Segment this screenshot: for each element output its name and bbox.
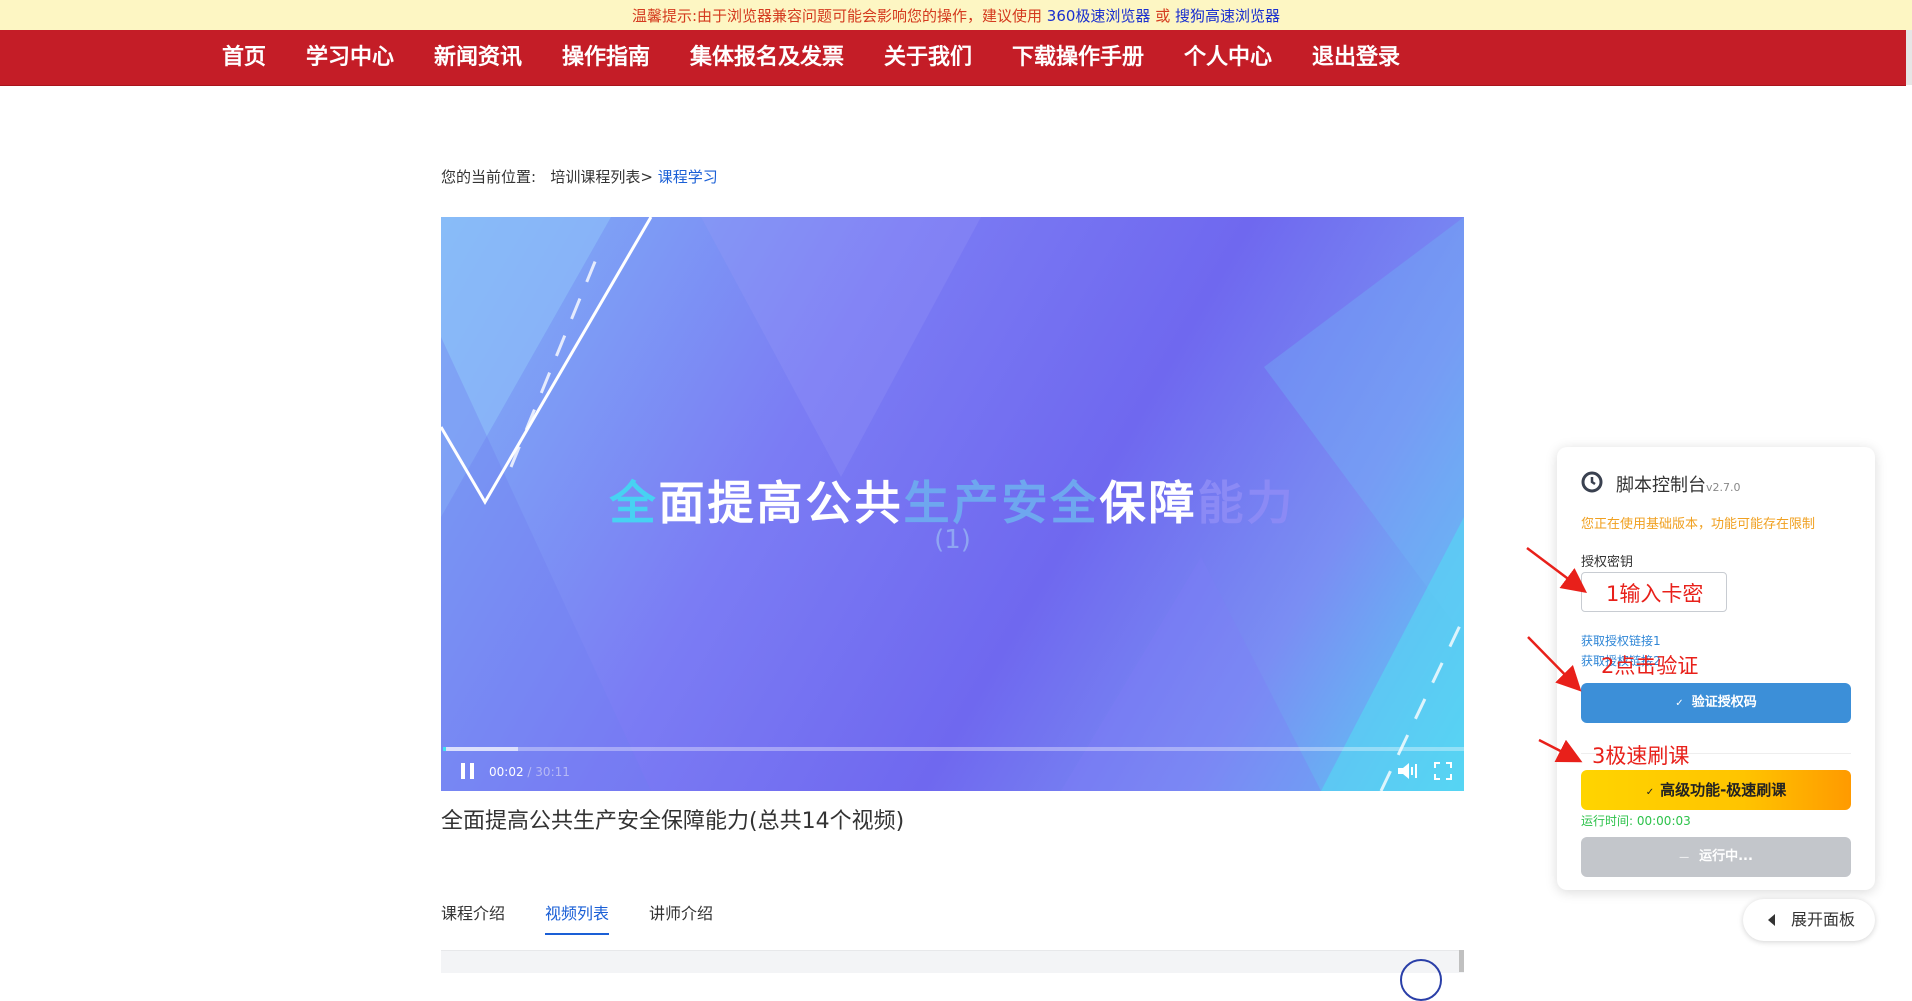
run-time: 运行时间: 00:00:03: [1581, 814, 1691, 828]
video-subtitle: (1): [934, 525, 971, 555]
breadcrumb-current[interactable]: 课程学习: [658, 168, 718, 186]
nav-home[interactable]: 首页: [222, 30, 266, 86]
page-scrollbar[interactable]: [1906, 30, 1912, 85]
video-title-part: 生产安全: [903, 476, 1100, 530]
breadcrumb: 您的当前位置: 培训课程列表> 课程学习: [441, 166, 718, 187]
notice-or: 或: [1155, 7, 1171, 25]
caret-left-icon: [1768, 914, 1775, 926]
panel-warning: 您正在使用基础版本，功能可能存在限制: [1581, 517, 1816, 532]
time-separator: /: [527, 765, 532, 779]
verify-button-label: 验证授权码: [1691, 695, 1757, 710]
panel-title: 脚本控制台v2.7.0: [1616, 471, 1741, 497]
nav-download-manual[interactable]: 下载操作手册: [1012, 30, 1144, 86]
main-nav: 首页 学习中心 新闻资讯 操作指南 集体报名及发票 关于我们 下载操作手册 个人…: [0, 30, 1906, 86]
annotation-step-3: 3极速刷课: [1592, 744, 1690, 768]
breadcrumb-prefix: 您的当前位置:: [441, 168, 537, 186]
video-title-part: 面提高公共: [658, 476, 904, 530]
panel-version: v2.7.0: [1706, 481, 1741, 494]
nav-group-registration[interactable]: 集体报名及发票: [690, 30, 844, 86]
tab-active-indicator: [545, 933, 609, 935]
video-title-part: 能力: [1197, 476, 1296, 530]
duration: 30:11: [535, 765, 570, 779]
time-display: 00:02 / 30:11: [489, 765, 570, 779]
notice-link-sogou[interactable]: 搜狗高速浏览器: [1175, 7, 1280, 25]
video-title-part: 保障: [1099, 476, 1198, 530]
panel-title-text: 脚本控制台: [1616, 475, 1706, 496]
nav-guide[interactable]: 操作指南: [562, 30, 650, 86]
video-list-scrollbar[interactable]: [1459, 950, 1464, 972]
clock-icon: [1581, 471, 1603, 493]
running-button[interactable]: — 运行中...: [1581, 837, 1851, 877]
tab-lecturer-intro[interactable]: 讲师介绍: [649, 900, 713, 924]
tab-video-list[interactable]: 视频列表: [545, 900, 609, 924]
key-label: 授权密钥: [1581, 555, 1634, 570]
nav-profile[interactable]: 个人中心: [1184, 30, 1272, 86]
notice-link-360[interactable]: 360极速浏览器: [1047, 7, 1151, 25]
check-icon: ✓: [1675, 698, 1684, 709]
nav-learning-center[interactable]: 学习中心: [306, 30, 394, 86]
fast-course-button[interactable]: ✓ 高级功能-极速刷课: [1581, 770, 1851, 810]
check-icon: ✓: [1645, 787, 1655, 798]
nav-logout[interactable]: 退出登录: [1312, 30, 1400, 86]
tab-course-intro[interactable]: 课程介绍: [441, 900, 505, 924]
volume-icon[interactable]: [1396, 761, 1420, 781]
current-time: 00:02: [489, 765, 524, 779]
fullscreen-icon[interactable]: [1434, 762, 1452, 780]
expand-panel-label: 展开面板: [1791, 910, 1856, 929]
annotation-step-2: 2点击验证: [1601, 654, 1699, 678]
verify-button[interactable]: ✓ 验证授权码: [1581, 683, 1851, 723]
running-button-label: 运行中...: [1699, 849, 1753, 864]
nav-news[interactable]: 新闻资讯: [434, 30, 522, 86]
video-player[interactable]: 全面提高公共生产安全保障能力 (1) 00:02 / 30:11: [441, 217, 1464, 791]
breadcrumb-parent[interactable]: 培训课程列表>: [550, 168, 653, 186]
pause-icon[interactable]: [461, 763, 475, 779]
fast-button-label: 高级功能-极速刷课: [1660, 781, 1787, 799]
video-list-container: [441, 950, 1464, 973]
course-title: 全面提高公共生产安全保障能力(总共14个视频): [441, 809, 905, 834]
dash-icon: —: [1679, 852, 1690, 863]
expand-panel-button[interactable]: 展开面板: [1743, 899, 1875, 941]
browser-notice: 温馨提示:由于浏览器兼容问题可能会影响您的操作，建议使用 360极速浏览器 或 …: [0, 0, 1912, 30]
badge-icon: [1400, 959, 1442, 1001]
notice-text: 温馨提示:由于浏览器兼容问题可能会影响您的操作，建议使用: [631, 7, 1043, 25]
video-title-part: 全: [609, 476, 659, 530]
annotation-step-1: 1输入卡密: [1606, 582, 1704, 606]
auth-link-1[interactable]: 获取授权链接1: [1581, 632, 1661, 649]
nav-about[interactable]: 关于我们: [884, 30, 972, 86]
player-controls: 00:02 / 30:11: [441, 751, 1464, 791]
video-title-card: 全面提高公共生产安全保障能力: [441, 467, 1464, 533]
